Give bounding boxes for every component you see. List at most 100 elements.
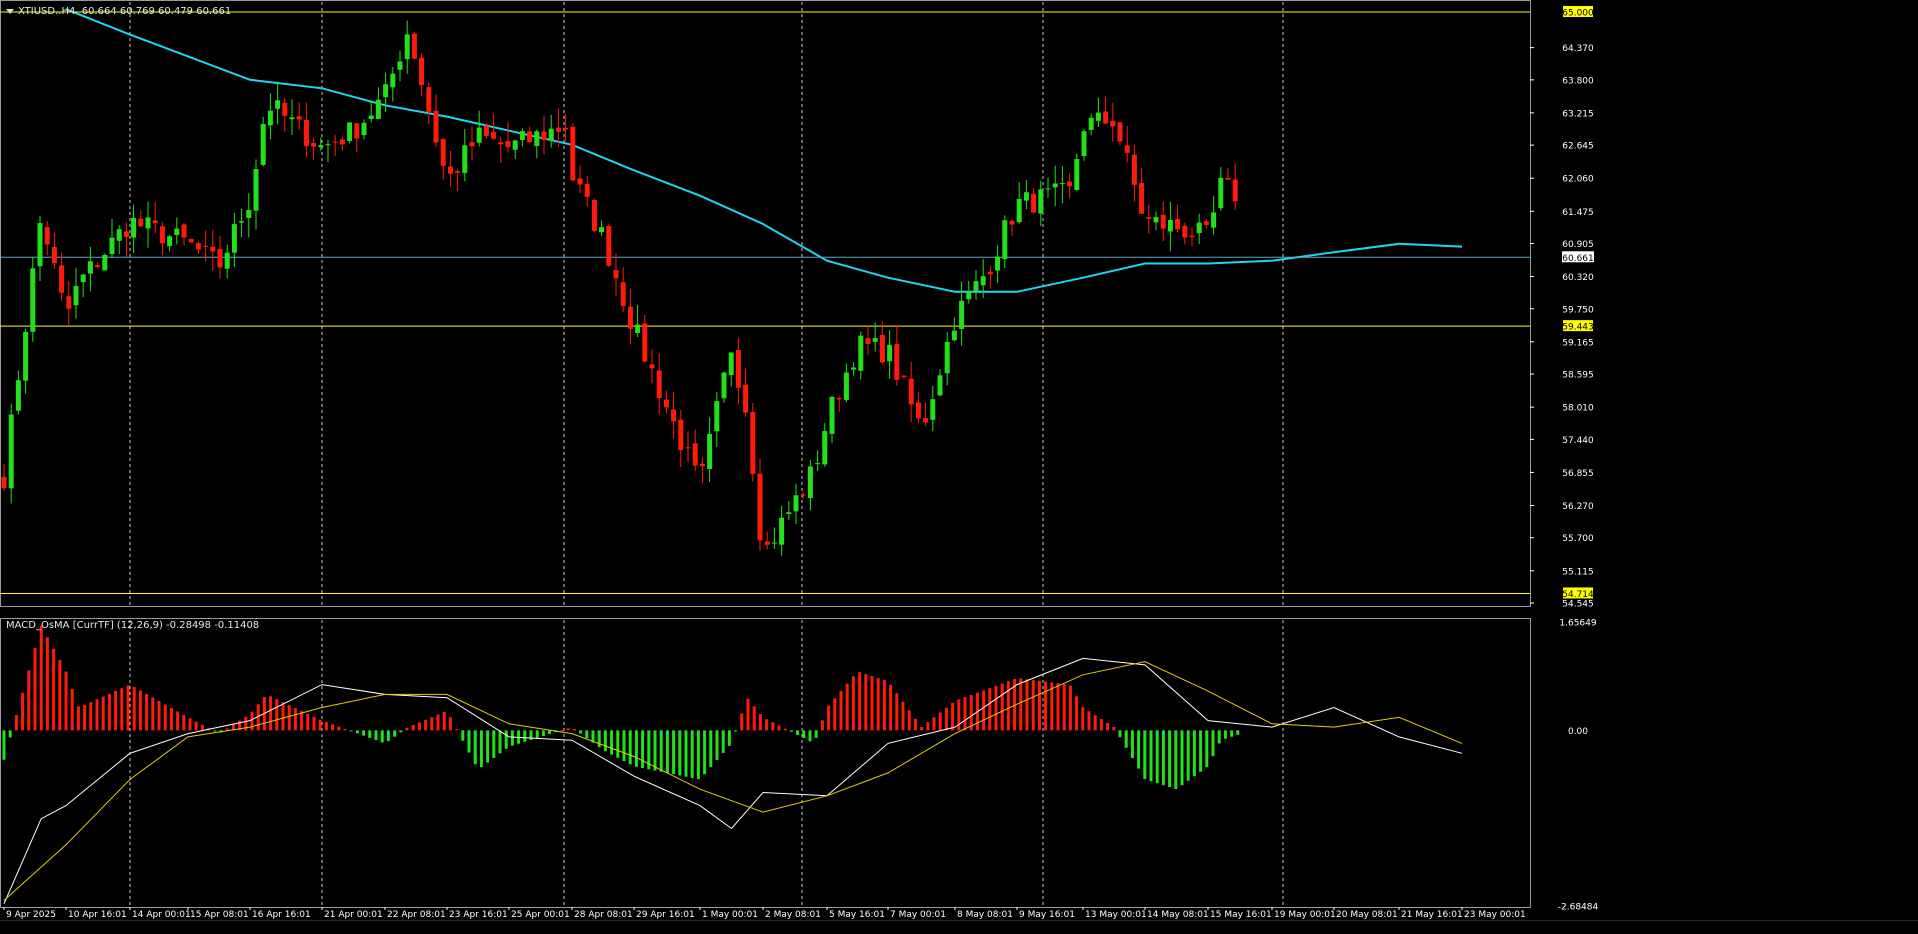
osma-histogram-bar xyxy=(839,690,843,731)
moving-average-layer xyxy=(65,8,1463,293)
osma-histogram-bar xyxy=(70,688,74,731)
dropdown-triangle-icon[interactable] xyxy=(6,8,14,14)
candle-body xyxy=(1067,181,1073,187)
bull-candle xyxy=(325,139,331,163)
osma-histogram-bar xyxy=(653,730,657,771)
candle-body xyxy=(1095,112,1101,121)
osma-histogram-bar xyxy=(157,700,161,731)
chart-canvas[interactable]: 64.370 63.800 63.215 62.645 62.060 61.475 60.9… xyxy=(0,0,1918,930)
bull-candle xyxy=(534,129,540,159)
bull-candle xyxy=(1088,113,1094,136)
horizontal-lines-layer xyxy=(0,11,1530,594)
osma-histogram-bar xyxy=(76,706,80,731)
bear-candle xyxy=(332,134,338,157)
bull-candle xyxy=(728,352,734,387)
osma-histogram-bar xyxy=(771,722,775,731)
bull-candle xyxy=(858,331,864,380)
bear-candle xyxy=(498,137,504,163)
candle-body xyxy=(375,99,381,119)
osma-histogram-bar xyxy=(405,727,409,731)
trading-chart-window[interactable]: 64.370 63.800 63.215 62.645 62.060 61.475 60.9… xyxy=(0,0,1918,931)
candle-body xyxy=(721,372,727,399)
osma-histogram-bar xyxy=(1180,730,1184,786)
bear-candle xyxy=(1067,173,1073,199)
bull-candle xyxy=(109,219,115,258)
osma-histogram-bar xyxy=(430,717,434,731)
price-axis-label: 60.905 xyxy=(1562,240,1594,250)
osma-histogram-bar xyxy=(541,730,545,737)
bull-candle xyxy=(368,101,374,123)
candle-body xyxy=(858,335,864,371)
bear-candle xyxy=(642,314,648,363)
candle-body xyxy=(872,338,878,342)
osma-histogram-bar xyxy=(758,714,762,731)
osma-histogram-bar xyxy=(783,728,787,731)
bull-candle xyxy=(174,217,180,245)
candle-body xyxy=(1139,183,1145,214)
osma-histogram-bar xyxy=(1056,683,1060,731)
bear-candle xyxy=(1117,121,1123,146)
candle-body xyxy=(455,171,461,173)
time-axis-label: 9 Apr 2025 xyxy=(6,910,56,920)
bull-candle xyxy=(73,268,79,319)
bear-candle xyxy=(757,458,763,551)
osma-histogram-bar xyxy=(690,730,694,778)
macd-line xyxy=(3,657,1463,904)
bull-candle xyxy=(80,274,86,298)
osma-histogram-bar xyxy=(603,730,607,752)
bear-candle xyxy=(426,82,432,125)
osma-histogram-bar xyxy=(740,713,744,731)
candle-body xyxy=(663,399,669,408)
candle-body xyxy=(361,122,367,136)
bear-candle xyxy=(591,198,597,233)
bear-candle xyxy=(210,229,216,271)
bear-candle xyxy=(923,402,929,427)
ohlc-values: 60.664 60.769 60.479 60.661 xyxy=(81,6,232,17)
osma-histogram-bar xyxy=(436,714,440,731)
candle-body xyxy=(987,272,993,275)
candle-body xyxy=(735,349,741,388)
osma-histogram-bar xyxy=(1174,730,1178,790)
osma-histogram-bar xyxy=(616,730,620,758)
candle-body xyxy=(786,512,792,515)
bear-candle xyxy=(1110,102,1116,142)
osma-histogram-bar xyxy=(188,718,192,731)
candle-body xyxy=(469,142,475,147)
osma-histogram-bar xyxy=(641,730,645,769)
osma-histogram-bar xyxy=(293,707,297,731)
time-axis-label: 21 May 16:01 xyxy=(1401,910,1463,920)
candle-body xyxy=(599,227,605,232)
bear-candle xyxy=(743,368,749,417)
candle-body xyxy=(491,132,497,139)
candle-body xyxy=(411,33,417,59)
osma-histogram-bar xyxy=(362,730,366,736)
candle-body xyxy=(606,225,612,266)
time-axis-label: 29 Apr 16:01 xyxy=(636,910,695,920)
time-axis-label: 22 Apr 08:01 xyxy=(387,910,446,920)
candle-body xyxy=(87,261,93,274)
candle-body xyxy=(174,228,180,236)
osma-histogram-bar xyxy=(665,730,669,773)
osma-histogram-bar xyxy=(1106,723,1110,731)
candle-body xyxy=(138,218,144,227)
candle-body xyxy=(181,224,187,238)
bull-candle xyxy=(167,234,173,252)
bull-candle xyxy=(872,322,878,352)
time-axis-label: 28 Apr 08:01 xyxy=(574,910,633,920)
osma-histogram-bar xyxy=(963,697,967,731)
bear-candle xyxy=(750,403,756,482)
osma-histogram-bar xyxy=(287,705,291,731)
osma-histogram-bar xyxy=(281,702,285,731)
bear-candle xyxy=(152,202,158,234)
bull-candle xyxy=(375,87,381,120)
bear-candle xyxy=(447,150,453,187)
candle-body xyxy=(51,246,57,264)
bear-candle xyxy=(469,126,475,161)
candle-body xyxy=(548,128,554,140)
bull-candle xyxy=(246,193,252,238)
candle-body xyxy=(1023,192,1029,201)
osma-histogram-bar xyxy=(802,730,806,739)
candle-body xyxy=(1175,218,1181,230)
candle-body xyxy=(930,399,936,420)
candle-body xyxy=(1081,131,1087,157)
